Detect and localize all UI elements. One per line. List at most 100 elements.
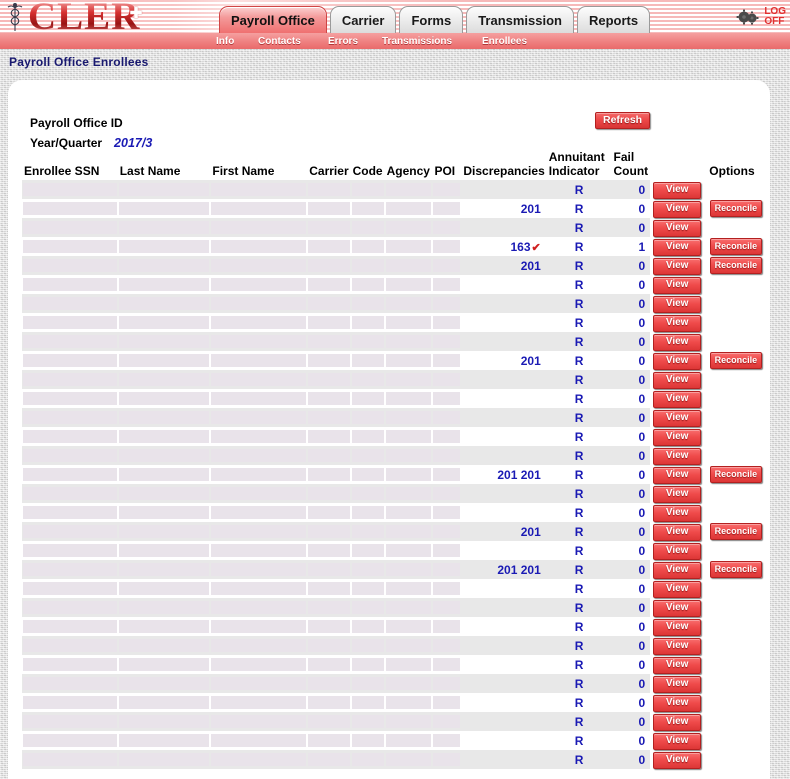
annuitant-header-line-1: Annuitant: [548, 150, 605, 164]
redacted-value: [433, 373, 461, 386]
cell-poi: [432, 351, 461, 370]
cell-carrier: [307, 560, 351, 579]
cell-poi: [432, 237, 461, 256]
view-button[interactable]: View: [653, 238, 702, 256]
redacted-value: [308, 221, 350, 234]
redacted-value: [211, 449, 307, 462]
cell-fail-count: 0: [638, 277, 646, 292]
cell-carrier: [307, 332, 351, 351]
view-button[interactable]: View: [653, 485, 702, 503]
view-button[interactable]: View: [653, 751, 702, 769]
view-button[interactable]: View: [653, 200, 702, 218]
redacted-value: [351, 696, 384, 709]
view-button[interactable]: View: [653, 371, 702, 389]
view-button[interactable]: View: [653, 390, 702, 408]
view-button[interactable]: View: [653, 732, 702, 750]
view-button[interactable]: View: [653, 257, 702, 275]
cell-poi: [432, 180, 462, 199]
reconcile-button[interactable]: Reconcile: [709, 352, 762, 369]
table-row: R 0 View: [22, 674, 762, 693]
table-row: R 0 View: [22, 484, 762, 503]
subnav-item-info[interactable]: Info: [216, 36, 234, 47]
tab-forms[interactable]: Forms: [399, 6, 464, 33]
cell-annuitant-indicator: R: [574, 657, 584, 672]
subnav-item-errors[interactable]: Errors: [328, 36, 358, 47]
redacted-value: [118, 677, 210, 690]
view-button[interactable]: View: [653, 656, 702, 674]
cell-code: [350, 674, 385, 693]
view-button[interactable]: View: [653, 713, 702, 731]
subnav-item-enrollees[interactable]: Enrollees: [482, 36, 527, 47]
view-button[interactable]: View: [653, 428, 702, 446]
view-button[interactable]: View: [653, 675, 702, 693]
view-button[interactable]: View: [653, 466, 702, 484]
redacted-value: [211, 506, 307, 519]
cell-carrier: [307, 617, 350, 636]
cell-view-action: View: [650, 636, 702, 655]
record-meta: Payroll Office ID Year/Quarter 2017/3: [30, 113, 253, 153]
redacted-value: [211, 297, 307, 310]
redacted-value: [385, 525, 432, 538]
redacted-value: [308, 335, 350, 348]
view-button[interactable]: View: [653, 504, 702, 522]
view-button[interactable]: View: [653, 523, 702, 541]
redacted-value: [23, 582, 117, 595]
view-button[interactable]: View: [653, 352, 702, 370]
cell-reconcile-action: [702, 389, 762, 408]
redacted-value: [433, 715, 461, 728]
cell-view-action: View: [650, 332, 702, 351]
redacted-value: [433, 658, 461, 671]
cell-annuitant-indicator: R: [574, 391, 584, 406]
reconcile-button[interactable]: Reconcile: [709, 466, 762, 483]
tab-transmission[interactable]: Transmission: [466, 6, 574, 33]
view-button[interactable]: View: [653, 295, 702, 313]
view-button[interactable]: View: [653, 276, 702, 294]
view-button[interactable]: View: [653, 580, 702, 598]
cell-last-name: [117, 598, 211, 617]
reconcile-button[interactable]: Reconcile: [709, 523, 762, 540]
reconcile-button[interactable]: Reconcile: [709, 238, 762, 255]
view-button[interactable]: View: [653, 333, 702, 351]
view-button[interactable]: View: [653, 219, 702, 237]
reconcile-button[interactable]: Reconcile: [709, 200, 762, 217]
refresh-button[interactable]: Refresh: [595, 112, 651, 129]
table-row: R 0 View: [22, 294, 762, 313]
redacted-value: [23, 696, 117, 709]
subnav-item-transmissions[interactable]: Transmissions: [382, 36, 452, 47]
tab-payroll-office[interactable]: Payroll Office: [219, 6, 327, 33]
table-row: R 0 View: [22, 579, 762, 598]
col-annuitant-indicator: Annuitant Indicator: [547, 150, 612, 180]
cross-icon: ✚: [129, 5, 143, 22]
reconcile-button[interactable]: Reconcile: [709, 561, 762, 578]
redacted-value: [118, 639, 210, 652]
cell-carrier: [307, 218, 351, 237]
logoff-control[interactable]: LOG OFF: [736, 2, 786, 32]
view-button[interactable]: View: [653, 618, 702, 636]
cell-annuitant-indicator: R: [574, 695, 584, 710]
cell-discrepancies: [461, 598, 547, 617]
view-button[interactable]: View: [653, 447, 702, 465]
tab-carrier[interactable]: Carrier: [329, 6, 397, 33]
view-button[interactable]: View: [653, 542, 702, 560]
view-button[interactable]: View: [653, 694, 702, 712]
sub-navigation-bar[interactable]: Info Contacts Errors Transmissions Enrol…: [0, 33, 790, 49]
view-button[interactable]: View: [653, 314, 702, 332]
cell-view-action: View: [650, 655, 702, 674]
cell-ssn: [22, 389, 118, 408]
reconcile-button[interactable]: Reconcile: [709, 257, 762, 274]
main-tab-bar[interactable]: Payroll Office Carrier Forms Transmissio…: [219, 3, 653, 33]
view-button[interactable]: View: [653, 181, 702, 199]
redacted-value: [211, 221, 307, 234]
view-button[interactable]: View: [653, 637, 702, 655]
cell-annuitant-indicator: R: [574, 201, 584, 216]
view-button[interactable]: View: [653, 599, 702, 617]
subnav-item-contacts[interactable]: Contacts: [258, 36, 301, 47]
redacted-value: [118, 715, 210, 728]
content-panel: Payroll Office ID Year/Quarter 2017/3 Re…: [8, 80, 770, 779]
cell-last-name: [118, 237, 211, 256]
view-button[interactable]: View: [653, 409, 702, 427]
cell-code: [351, 275, 385, 294]
tab-reports[interactable]: Reports: [577, 6, 651, 33]
view-button[interactable]: View: [653, 561, 702, 579]
logoff-label[interactable]: LOG OFF: [764, 7, 786, 27]
